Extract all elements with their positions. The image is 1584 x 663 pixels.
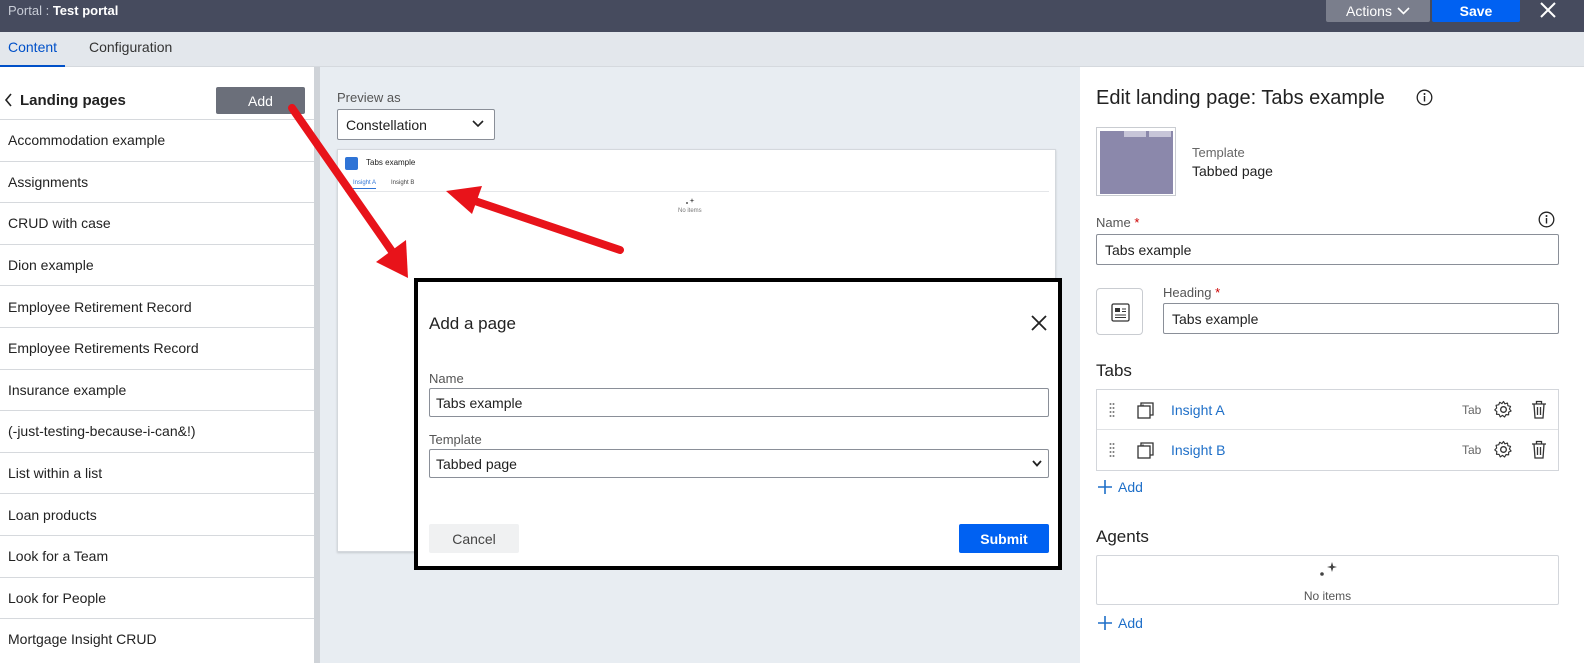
info-icon[interactable] <box>1538 211 1555 228</box>
tab-row: Insight B Tab <box>1097 430 1558 470</box>
heading-icon-button[interactable] <box>1096 288 1143 335</box>
chevron-down-icon <box>472 120 484 128</box>
add-landing-page-button[interactable]: Add <box>216 87 305 114</box>
portal-title: Portal : Test portal <box>8 3 118 18</box>
actions-button[interactable]: Actions <box>1326 0 1430 22</box>
preview-as-label: Preview as <box>337 90 401 105</box>
landing-pages-list: Accommodation example Assignments CRUD wit… <box>0 119 314 660</box>
name-input[interactable]: Tabs example <box>429 388 1049 417</box>
cancel-button[interactable]: Cancel <box>429 524 519 553</box>
sparkle-icon <box>1320 562 1337 576</box>
agents-empty-text: No items <box>1303 589 1352 603</box>
preview-empty-state: No items <box>678 197 702 214</box>
name-input[interactable]: Tabs example <box>1096 234 1559 265</box>
name-label: Name * <box>1096 215 1140 230</box>
template-select-value: Tabbed page <box>436 455 517 472</box>
tab-page-icon <box>1137 402 1154 419</box>
landing-page-item[interactable]: Loan products <box>0 493 314 535</box>
edit-landing-page-panel: Edit landing page: Tabs example Template… <box>1080 67 1584 663</box>
landing-pages-header: Landing pages Add <box>0 87 314 119</box>
sparkle-icon <box>685 198 695 204</box>
template-select[interactable]: Tabbed page <box>429 449 1049 478</box>
tab-content[interactable]: Content <box>0 32 66 67</box>
template-thumbnail <box>1096 127 1176 196</box>
preview-tab-insight-b: Insight B <box>391 180 415 186</box>
tab-bar: Content Configuration <box>0 32 1584 67</box>
template-label: Template <box>429 432 482 447</box>
drag-handle-icon[interactable] <box>1109 402 1115 418</box>
add-agent-label: Add <box>1118 615 1143 631</box>
preview-as-value: Constellation <box>346 116 427 133</box>
save-button[interactable]: Save <box>1432 0 1520 22</box>
scrollbar[interactable] <box>314 67 320 663</box>
tab-type-label: Tab <box>1462 443 1482 457</box>
trash-icon[interactable] <box>1531 400 1547 419</box>
plus-icon <box>1098 616 1112 630</box>
portal-name: Test portal <box>52 3 119 18</box>
chevron-down-icon <box>1397 7 1410 15</box>
dialog-title: Add a page <box>429 314 516 333</box>
add-agent-link[interactable]: Add <box>1098 615 1143 631</box>
tab-row: Insight A Tab <box>1097 390 1558 430</box>
submit-button[interactable]: Submit <box>959 524 1049 553</box>
tabs-list: Insight A Tab Insight B Tab <box>1096 389 1559 471</box>
tab-link[interactable]: Insight A <box>1171 402 1225 418</box>
add-tab-link[interactable]: Add <box>1098 479 1143 495</box>
tab-link[interactable]: Insight B <box>1171 442 1225 458</box>
page-icon <box>345 157 358 170</box>
heading-input[interactable]: Tabs example <box>1163 303 1559 334</box>
landing-page-item[interactable]: Employee Retirement Record <box>0 285 314 327</box>
gear-icon[interactable] <box>1494 400 1513 419</box>
tabs-section-title: Tabs <box>1096 361 1132 380</box>
landing-page-item[interactable]: (-just-testing-because-i-can&!) <box>0 410 314 452</box>
preview-as-select[interactable]: Constellation <box>337 109 495 140</box>
tab-page-icon <box>1137 442 1154 459</box>
trash-icon[interactable] <box>1531 440 1547 459</box>
landing-page-item[interactable]: List within a list <box>0 451 314 494</box>
landing-page-item[interactable]: Employee Retirements Record <box>0 326 314 369</box>
landing-page-item[interactable]: Insurance example <box>0 368 314 411</box>
landing-page-item[interactable]: Dion example <box>0 243 314 286</box>
name-label: Name <box>429 371 464 386</box>
heading-label: Heading * <box>1163 285 1221 300</box>
landing-page-item[interactable]: Assignments <box>0 160 314 203</box>
preview-page-title: Tabs example <box>366 158 416 167</box>
add-tab-label: Add <box>1118 479 1143 495</box>
portal-label: Portal <box>8 3 42 18</box>
plus-icon <box>1098 480 1112 494</box>
landing-pages-title: Landing pages <box>20 92 126 109</box>
agents-section-title: Agents <box>1096 527 1149 546</box>
drag-handle-icon[interactable] <box>1109 442 1115 458</box>
chevron-down-icon <box>1032 460 1042 467</box>
document-icon <box>1111 303 1130 322</box>
preview-empty-text: No items <box>678 208 702 214</box>
add-page-dialog: Add a page Name Tabs example Template Ta… <box>414 278 1062 570</box>
landing-page-item[interactable]: Look for a Team <box>0 534 314 577</box>
info-icon[interactable] <box>1416 89 1433 106</box>
portal-separator: : <box>41 3 53 18</box>
landing-pages-panel: Landing pages Add Accommodation example A… <box>0 67 314 663</box>
gear-icon[interactable] <box>1494 440 1513 459</box>
template-label: Template <box>1192 145 1245 160</box>
close-icon[interactable] <box>1029 313 1049 333</box>
close-icon[interactable] <box>1535 0 1561 22</box>
landing-page-item[interactable]: CRUD with case <box>0 202 314 244</box>
landing-page-item[interactable]: Accommodation example <box>0 119 314 161</box>
landing-page-item[interactable]: Look for People <box>0 576 314 619</box>
template-value: Tabbed page <box>1192 163 1273 179</box>
agents-empty-state: No items <box>1096 555 1559 605</box>
preview-tab-insight-a: Insight A <box>353 180 377 189</box>
landing-page-item[interactable]: Mortgage Insight CRUD <box>0 618 314 660</box>
app-header: Portal : Test portal Actions Save <box>0 0 1584 32</box>
panel-title: Edit landing page: Tabs example <box>1096 87 1385 109</box>
actions-label: Actions <box>1346 3 1392 19</box>
chevron-left-icon[interactable] <box>4 93 14 107</box>
tab-configuration[interactable]: Configuration <box>81 32 180 67</box>
preview-tabs: Insight A Insight B <box>345 180 1049 192</box>
tab-type-label: Tab <box>1462 403 1482 417</box>
